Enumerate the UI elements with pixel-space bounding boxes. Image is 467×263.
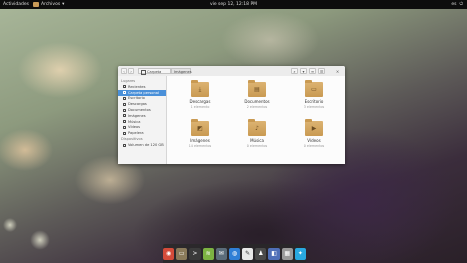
chrome-icon[interactable]: ◉ bbox=[162, 247, 175, 260]
sidebar-item-label: Documentos bbox=[128, 108, 151, 113]
music-icon: ♪ bbox=[255, 124, 259, 132]
folder-pictures[interactable]: ◩ Imágenes 14 elementos bbox=[180, 119, 220, 148]
folder-icon: ◩ bbox=[191, 119, 209, 136]
folder-item-count: 3 elementos bbox=[303, 104, 325, 109]
music-icon bbox=[123, 120, 126, 124]
picture-icon bbox=[123, 114, 126, 118]
software-icon[interactable]: ▦ bbox=[281, 247, 293, 260]
sidebar-item-label: Vídeos bbox=[128, 125, 141, 130]
video-icon bbox=[123, 125, 126, 129]
top-bar: Actividades Archivos ▾ vie sep 12, 12:18… bbox=[0, 0, 467, 9]
app-menu[interactable]: Archivos ▾ bbox=[30, 1, 67, 8]
sidebar-item-label: Imágenes bbox=[128, 113, 146, 118]
forward-button[interactable]: › bbox=[128, 68, 134, 74]
search-button[interactable]: ⌕ bbox=[291, 68, 298, 74]
options-icon: ▾ bbox=[302, 68, 305, 74]
home-icon bbox=[123, 91, 126, 95]
folder-name: Escritorio bbox=[304, 99, 324, 104]
folder-item-count: 0 elementos bbox=[246, 143, 268, 148]
folder-downloads[interactable]: ⤓ Descargas 1 elemento bbox=[180, 80, 220, 109]
files-icon[interactable]: ▭ bbox=[176, 247, 188, 260]
folder-name: Música bbox=[250, 138, 264, 143]
editor-icon[interactable]: ✎ bbox=[242, 247, 254, 260]
sidebar-item-label: Carpeta personal bbox=[128, 90, 159, 95]
folder-icon: ▤ bbox=[248, 80, 266, 97]
download-icon bbox=[123, 102, 126, 106]
dock: ◉ ▭ > ≋ ✉ ◍ ✎ ♟ ◧ ▦ ✦ bbox=[162, 244, 307, 263]
keyboard-layout-indicator[interactable]: es bbox=[451, 0, 456, 9]
view-options-button[interactable]: ▾ bbox=[300, 68, 307, 74]
sidebar-item-label: Escritorio bbox=[128, 96, 145, 101]
files-window: ‹ › Carpeta personal Imágenes ⌕ ▾ ≡ ☰ × … bbox=[118, 66, 345, 164]
twitter-icon[interactable]: ✦ bbox=[294, 247, 307, 260]
video-icon: ▶ bbox=[311, 124, 317, 132]
desktop-icon bbox=[123, 96, 126, 100]
folder-item-count: 2 elementos bbox=[246, 104, 268, 109]
trash-icon bbox=[123, 131, 126, 135]
document-icon: ▤ bbox=[254, 85, 260, 93]
folder-desktop[interactable]: ▭ Escritorio 3 elementos bbox=[294, 80, 334, 109]
desktop-icon: ▭ bbox=[311, 85, 317, 93]
clock[interactable]: vie sep 12, 12:18 PM bbox=[210, 0, 257, 9]
chevron-right-icon: › bbox=[130, 68, 132, 74]
document-icon bbox=[123, 108, 126, 112]
folder-item-count: 0 elementos bbox=[303, 143, 325, 148]
chat-icon[interactable]: ✉ bbox=[215, 247, 227, 260]
folder-item-count: 14 elementos bbox=[188, 143, 212, 148]
folder-music[interactable]: ♪ Música 0 elementos bbox=[237, 119, 277, 148]
spotify-icon[interactable]: ≋ bbox=[202, 247, 214, 260]
power-icon[interactable]: ⏻ bbox=[459, 0, 463, 9]
sidebar-item-volume[interactable]: Volumen de 120 GB bbox=[118, 142, 166, 148]
sidebar-item-label: Descargas bbox=[128, 102, 147, 107]
home-icon bbox=[141, 69, 146, 75]
system-indicators[interactable]: es ⏻ bbox=[451, 0, 463, 9]
breadcrumb-label: Imágenes bbox=[174, 70, 192, 74]
search-icon: ⌕ bbox=[293, 68, 296, 74]
close-button[interactable]: × bbox=[334, 68, 341, 74]
chevron-left-icon: ‹ bbox=[123, 68, 125, 74]
folder-grid: ⤓ Descargas 1 elemento ▤ Documentos 2 el… bbox=[167, 76, 345, 164]
folder-videos[interactable]: ▶ Vídeos 0 elementos bbox=[294, 119, 334, 148]
sidebar-item-label: Música bbox=[128, 119, 141, 124]
people-icon[interactable]: ♟ bbox=[255, 247, 267, 260]
clock-icon bbox=[123, 85, 126, 89]
folder-name: Descargas bbox=[189, 99, 211, 104]
sidebar-item-label: Papelera bbox=[128, 131, 144, 136]
sidebar-item-label: Recientes bbox=[128, 84, 146, 89]
breadcrumb-home[interactable]: Carpeta personal bbox=[138, 68, 171, 80]
list-view-button[interactable]: ≡ bbox=[309, 68, 316, 74]
sidebar-item-label: Volumen de 120 GB bbox=[128, 143, 164, 148]
download-icon: ⤓ bbox=[198, 85, 202, 93]
app-menu-label: Archivos bbox=[41, 2, 61, 7]
store-icon[interactable]: ◧ bbox=[268, 247, 280, 260]
folder-item-count: 1 elemento bbox=[190, 104, 210, 109]
menu-icon: ☰ bbox=[319, 68, 324, 74]
folder-icon: ▭ bbox=[305, 80, 323, 97]
drive-icon bbox=[123, 143, 126, 147]
folder-documents[interactable]: ▤ Documentos 2 elementos bbox=[237, 80, 277, 109]
picture-icon: ◩ bbox=[197, 124, 203, 132]
folder-name: Documentos bbox=[244, 99, 270, 104]
sidebar: Lugares Recientes Carpeta personal Escri… bbox=[118, 76, 167, 164]
chevron-down-icon: ▾ bbox=[62, 2, 65, 7]
menu-button[interactable]: ☰ bbox=[318, 68, 325, 74]
folder-icon: ⤓ bbox=[191, 80, 209, 97]
folder-name: Vídeos bbox=[307, 138, 321, 143]
list-icon: ≡ bbox=[310, 68, 315, 74]
breadcrumb-current[interactable]: Imágenes bbox=[171, 68, 192, 74]
folder-icon: ▶ bbox=[305, 119, 323, 136]
close-icon: × bbox=[335, 68, 340, 74]
files-app-icon bbox=[33, 2, 39, 7]
activities-button[interactable]: Actividades bbox=[3, 0, 29, 9]
back-button[interactable]: ‹ bbox=[121, 68, 127, 74]
terminal-icon[interactable]: > bbox=[189, 247, 201, 260]
browser-icon[interactable]: ◍ bbox=[228, 247, 241, 260]
folder-name: Imágenes bbox=[190, 138, 210, 143]
folder-icon: ♪ bbox=[248, 119, 266, 136]
